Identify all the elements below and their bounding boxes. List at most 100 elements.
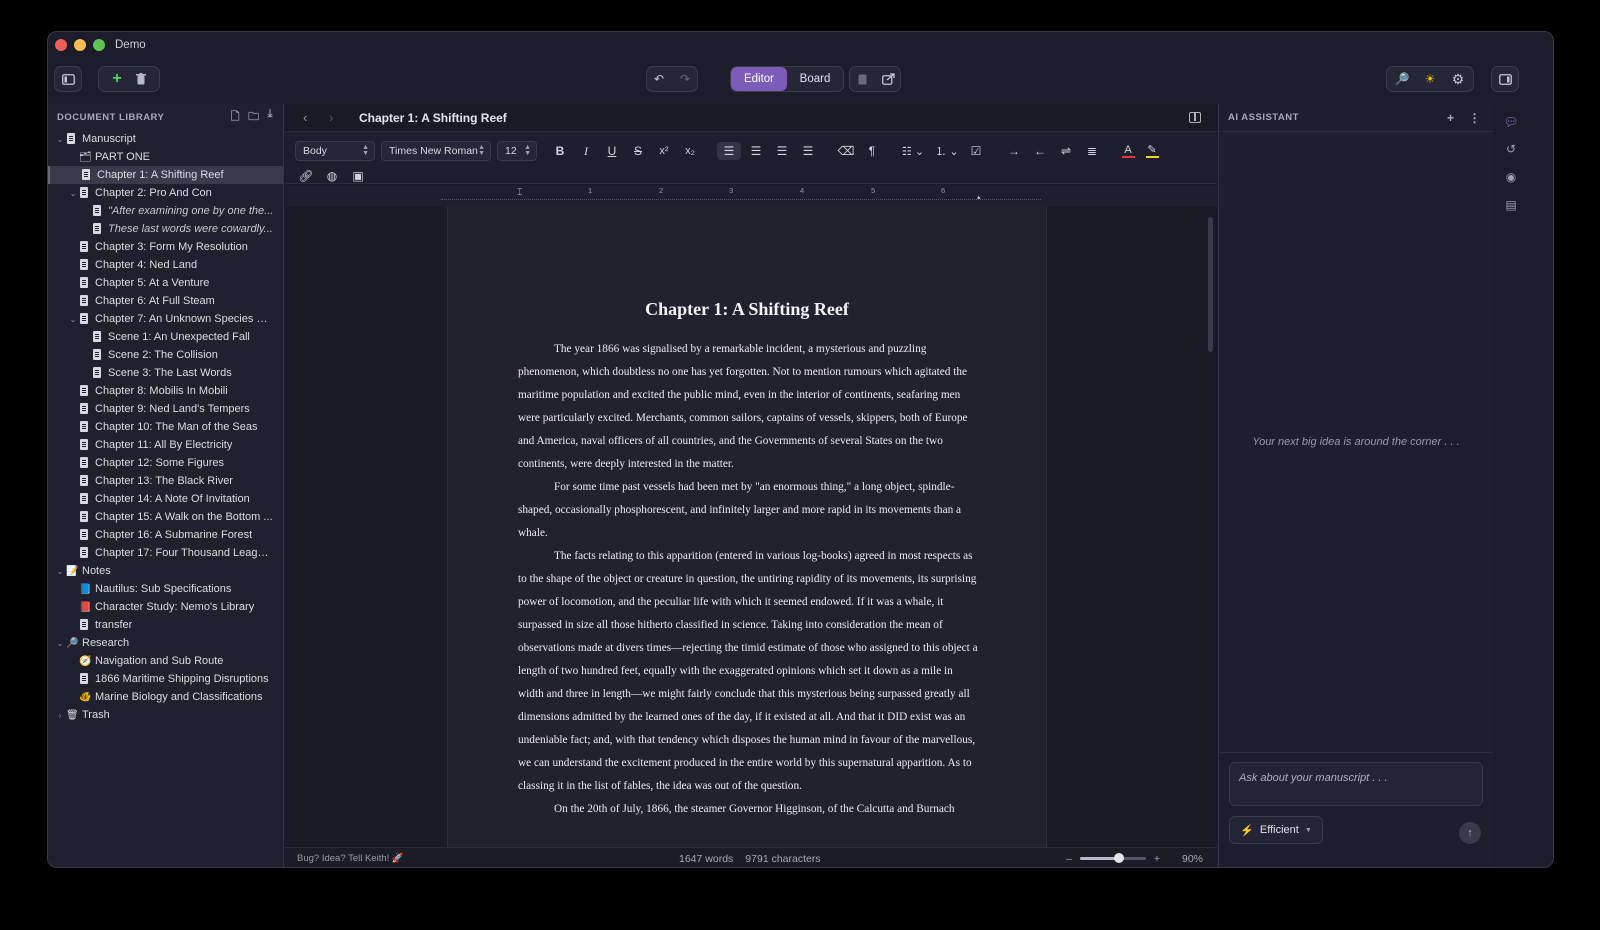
more-options-button[interactable]: ⋮	[1469, 111, 1482, 125]
sidebar-item[interactable]: Chapter 13: The Black River	[48, 472, 283, 490]
indent-marker-icon[interactable]: ⌶	[517, 187, 522, 198]
sidebar-item[interactable]: These last words were cowardly...	[48, 220, 283, 238]
checklist-button[interactable]: ☑	[967, 142, 985, 160]
sidebar-item[interactable]: Chapter 5: At a Venture	[48, 274, 283, 292]
sidebar-item[interactable]: 🧭 Navigation and Sub Route	[48, 652, 283, 670]
ai-chat-input[interactable]: Ask about your manuscript . . .	[1229, 762, 1483, 806]
chevron-down-icon[interactable]: ⌄	[67, 315, 79, 324]
italic-button[interactable]: I	[577, 142, 595, 160]
strikethrough-button[interactable]: S	[629, 142, 647, 160]
tab-editor[interactable]: Editor	[731, 67, 787, 91]
sidebar-item[interactable]: Chapter 16: A Submarine Forest	[48, 526, 283, 544]
outdent-button[interactable]: ←	[1031, 142, 1049, 160]
sidebar-item[interactable]: Chapter 3: Form My Resolution	[48, 238, 283, 256]
snapshot-rail-button[interactable]: ◉	[1503, 169, 1519, 185]
indent-button[interactable]: →	[1005, 142, 1023, 160]
zoom-window-button[interactable]	[93, 39, 105, 51]
sidebar-item[interactable]: ⌄ Chapter 2: Pro And Con	[48, 184, 283, 202]
chevron-down-icon[interactable]: ⌄	[54, 135, 66, 144]
underline-button[interactable]: U	[603, 142, 621, 160]
export-button[interactable]	[881, 72, 895, 86]
insert-link-button[interactable]: 🔗︎	[297, 168, 315, 184]
tab-board[interactable]: Board	[787, 67, 843, 91]
ai-mode-select[interactable]: ⚡ Efficient ▼	[1229, 816, 1323, 844]
sidebar-item[interactable]: › 🗑 Trash	[48, 706, 283, 724]
zoom-slider[interactable]	[1079, 853, 1146, 863]
line-spacing-button[interactable]: ⇌	[1057, 142, 1075, 160]
send-button[interactable]: ↑	[1459, 822, 1481, 844]
history-rail-button[interactable]: ↺	[1503, 141, 1519, 157]
sidebar-item[interactable]: 🗂 PART ONE	[48, 148, 283, 166]
numbered-list-button[interactable]: ⒈ ⌄	[933, 142, 961, 160]
show-invisibles-button[interactable]: ¶	[863, 142, 881, 160]
chevron-down-icon[interactable]: ⌄	[67, 189, 79, 198]
clear-format-button[interactable]: ⌫	[837, 142, 855, 160]
sidebar-item[interactable]: "After examining one by one the...	[48, 202, 283, 220]
chevron-down-icon[interactable]: ⌄	[54, 639, 66, 648]
paragraph-style-select[interactable]: Body ▲ ▼	[295, 141, 375, 161]
align-left-button[interactable]: ☰	[717, 142, 741, 160]
add-document-button[interactable]: +	[110, 70, 124, 87]
justify-button[interactable]: ☰	[799, 142, 817, 160]
bullet-list-button[interactable]: ☷ ⌄	[899, 142, 927, 160]
comments-rail-button[interactable]: ▤	[1503, 197, 1519, 213]
sidebar-item[interactable]: Scene 2: The Collision	[48, 346, 283, 364]
subscript-button[interactable]: x₂	[681, 142, 699, 160]
forward-button[interactable]: ›	[329, 110, 343, 125]
font-family-select[interactable]: Times New Roman ▲ ▼	[381, 141, 491, 161]
zoom-in-button[interactable]: +	[1154, 853, 1160, 865]
right-margin-marker-icon[interactable]: ▴	[977, 193, 981, 201]
sidebar-item[interactable]: Chapter 10: The Man of the Seas	[48, 418, 283, 436]
text-color-button[interactable]: A	[1119, 142, 1137, 160]
sidebar-item[interactable]: Chapter 11: All By Electricity	[48, 436, 283, 454]
sidebar-item[interactable]: 1866 Maritime Shipping Disruptions	[48, 670, 283, 688]
zoom-slider-knob[interactable]	[1114, 853, 1125, 863]
highlight-button[interactable]: ✎	[1143, 142, 1161, 160]
document-page[interactable]: Chapter 1: A Shifting Reef The year 1866…	[447, 207, 1047, 847]
editor-scrollbar[interactable]	[1208, 217, 1213, 352]
new-chat-button[interactable]: +	[1447, 111, 1455, 125]
bold-button[interactable]: B	[551, 142, 569, 160]
sidebar-item[interactable]: Chapter 17: Four Thousand League...	[48, 544, 283, 562]
minimize-window-button[interactable]	[74, 39, 86, 51]
undo-button[interactable]: ↶	[652, 72, 666, 86]
theme-button[interactable]: ☀	[1423, 72, 1437, 86]
sidebar-item[interactable]: Chapter 15: A Walk on the Bottom ...	[48, 508, 283, 526]
sidebar-item[interactable]: 🐠 Marine Biology and Classifications	[48, 688, 283, 706]
new-folder-icon[interactable]: 🗀	[248, 108, 260, 127]
document-body[interactable]: The year 1866 was signalised by a remark…	[518, 338, 978, 821]
chat-rail-button[interactable]: 💬︎	[1503, 114, 1519, 130]
delete-document-button[interactable]	[134, 72, 148, 86]
sidebar-item[interactable]: transfer	[48, 616, 283, 634]
insert-image-button[interactable]: ▣	[349, 168, 367, 184]
chevron-right-icon[interactable]: ›	[54, 711, 66, 720]
sidebar-item[interactable]: Chapter 12: Some Figures	[48, 454, 283, 472]
toggle-sidebar-button[interactable]	[54, 66, 82, 92]
sidebar-item[interactable]: 📘 Nautilus: Sub Specifications	[48, 580, 283, 598]
copy-button[interactable]	[855, 72, 869, 86]
align-center-button[interactable]: ☰	[747, 142, 765, 160]
sidebar-item[interactable]: ⌄ Manuscript	[48, 130, 283, 148]
font-size-select[interactable]: 12 ▲ ▼	[497, 141, 537, 161]
sidebar-item[interactable]: Chapter 6: At Full Steam	[48, 292, 283, 310]
sidebar-item[interactable]: Chapter 4: Ned Land	[48, 256, 283, 274]
sidebar-item[interactable]: 📕 Character Study: Nemo's Library	[48, 598, 283, 616]
ruler[interactable]: ⌶ 1 2 3 4 5 6 ▴	[285, 185, 1217, 207]
toggle-ai-panel-button[interactable]	[1491, 66, 1519, 92]
sidebar-item[interactable]: Chapter 8: Mobilis In Mobili	[48, 382, 283, 400]
feedback-link[interactable]: Bug? Idea? Tell Keith! 🚀	[297, 853, 404, 864]
sidebar-item[interactable]: Scene 1: An Unexpected Fall	[48, 328, 283, 346]
sidebar-item[interactable]: Chapter 14: A Note Of Invitation	[48, 490, 283, 508]
sidebar-item[interactable]: Chapter 1: A Shifting Reef	[48, 166, 283, 184]
superscript-button[interactable]: x²	[655, 142, 673, 160]
sidebar-item[interactable]: ⌄ 📝 Notes	[48, 562, 283, 580]
sidebar-item[interactable]: Chapter 9: Ned Land's Tempers	[48, 400, 283, 418]
close-window-button[interactable]	[55, 39, 67, 51]
search-button[interactable]: 🔎	[1395, 72, 1410, 86]
sidebar-item[interactable]: Scene 3: The Last Words	[48, 364, 283, 382]
chevron-down-icon[interactable]: ⌄	[54, 567, 66, 576]
zoom-out-button[interactable]: –	[1066, 853, 1072, 865]
insert-web-button[interactable]: ◍	[323, 168, 341, 184]
settings-button[interactable]: ⚙	[1451, 71, 1465, 87]
paragraph-spacing-button[interactable]: ≣	[1083, 142, 1101, 160]
